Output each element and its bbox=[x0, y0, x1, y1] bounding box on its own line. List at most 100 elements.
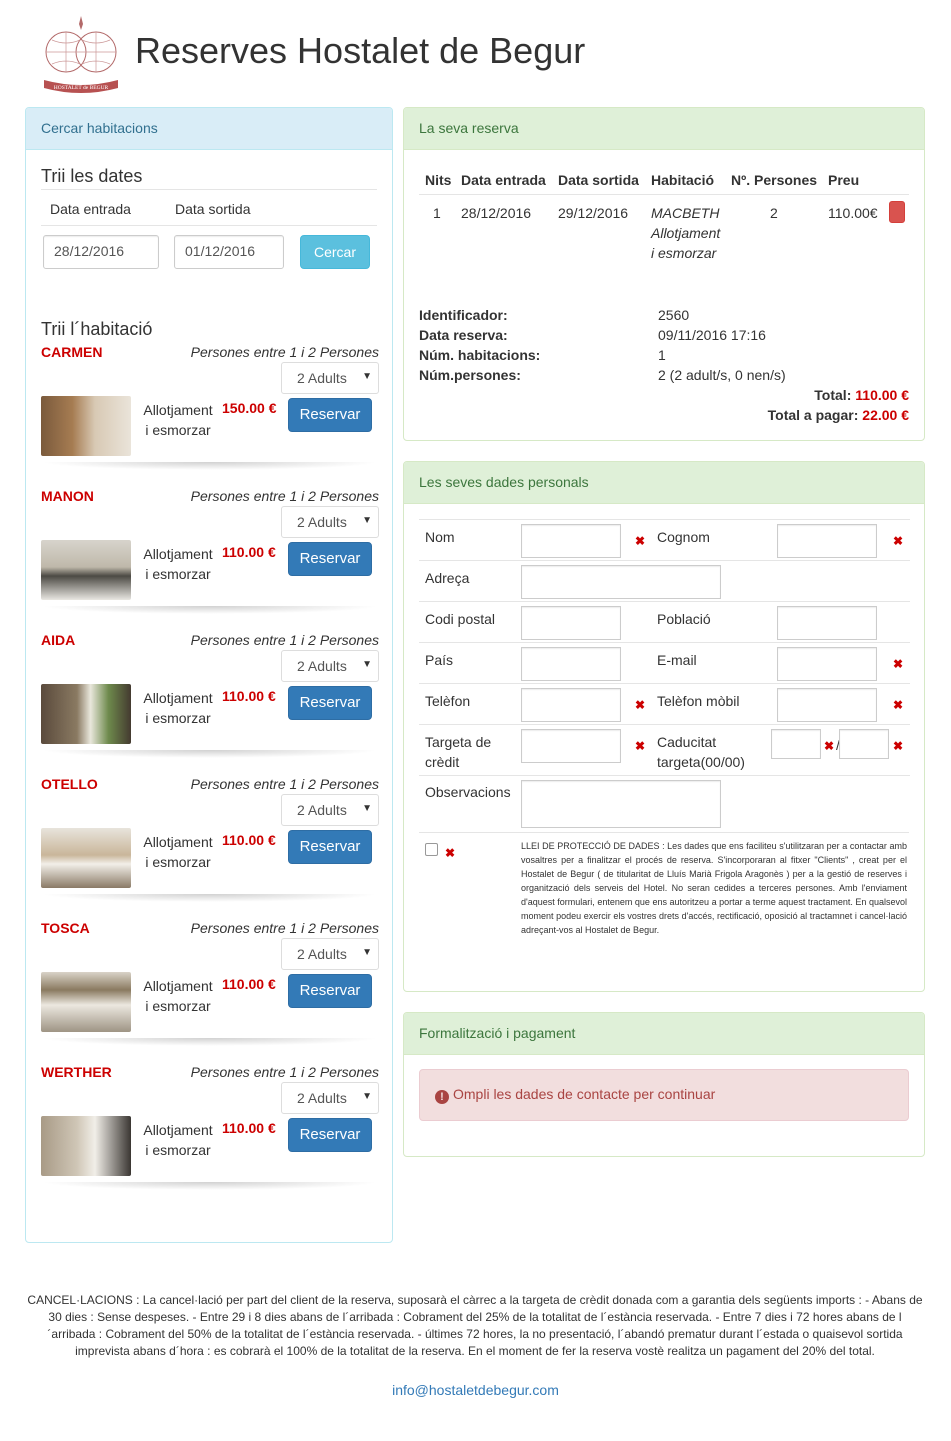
adults-select[interactable]: 2 Adults ▼ bbox=[281, 794, 379, 826]
adults-select[interactable]: 2 Adults ▼ bbox=[281, 938, 379, 970]
room-price: 150.00 € bbox=[222, 400, 277, 416]
form-row: Codi postal Població bbox=[419, 601, 910, 642]
room-shadow bbox=[41, 1182, 379, 1190]
expiry-label-line2: targeta(00/00) bbox=[657, 754, 745, 770]
nom-label: Nom bbox=[425, 529, 455, 545]
phone-field[interactable] bbox=[521, 688, 621, 722]
room-name: AIDA bbox=[41, 632, 76, 648]
room-photo bbox=[41, 1116, 131, 1176]
search-panel-title: Cercar habitacions bbox=[26, 108, 392, 150]
info-value-rooms: 1 bbox=[658, 347, 666, 363]
caret-down-icon: ▼ bbox=[362, 803, 372, 814]
nom-field[interactable] bbox=[521, 524, 621, 558]
cognom-field[interactable] bbox=[777, 524, 877, 558]
adults-value: 2 Adults bbox=[297, 802, 347, 818]
cell-persones: 2 bbox=[770, 205, 778, 221]
room-price: 110.00 € bbox=[222, 976, 276, 992]
room-board-line2: i esmorzar bbox=[145, 1142, 211, 1158]
room-board: Allotjament i esmorzar bbox=[139, 544, 217, 584]
postal-code-field[interactable] bbox=[521, 606, 621, 640]
room-capacity: Persones entre 1 i 2 Persones bbox=[190, 344, 379, 360]
checkin-input[interactable]: 28/12/2016 bbox=[43, 235, 159, 269]
adults-select[interactable]: 2 Adults ▼ bbox=[281, 506, 379, 538]
personal-data-panel: Les seves dades personals Nom ✖ Cognom ✖… bbox=[403, 461, 925, 992]
room-card: TOSCA Persones entre 1 i 2 Persones 2 Adul… bbox=[41, 920, 379, 1050]
adults-value: 2 Adults bbox=[297, 514, 347, 530]
adults-select[interactable]: 2 Adults ▼ bbox=[281, 362, 379, 394]
personal-panel-title: Les seves dades personals bbox=[404, 462, 924, 504]
reserve-button[interactable]: Reservar bbox=[288, 974, 372, 1008]
cell-room-board-2: i esmorzar bbox=[651, 245, 717, 261]
reserve-button[interactable]: Reservar bbox=[288, 830, 372, 864]
room-photo bbox=[41, 396, 131, 456]
room-shadow bbox=[41, 606, 379, 614]
city-field[interactable] bbox=[777, 606, 877, 640]
search-button[interactable]: Cercar bbox=[300, 235, 370, 269]
phone-label: Telèfon bbox=[425, 693, 471, 709]
adreca-field[interactable] bbox=[521, 565, 721, 599]
room-board-line2: i esmorzar bbox=[145, 710, 211, 726]
country-field[interactable] bbox=[521, 647, 621, 681]
reserve-button[interactable]: Reservar bbox=[288, 686, 372, 720]
required-icon: ✖ bbox=[635, 534, 646, 548]
room-price: 110.00 € bbox=[222, 544, 276, 560]
card-field[interactable] bbox=[521, 729, 621, 763]
required-icon: ✖ bbox=[445, 846, 456, 860]
checkin-label: Data entrada bbox=[50, 201, 131, 217]
notes-textarea[interactable] bbox=[521, 780, 721, 828]
cell-room-board: Allotjament bbox=[651, 225, 721, 241]
room-shadow bbox=[41, 750, 379, 758]
room-name: WERTHER bbox=[41, 1064, 112, 1080]
required-icon: ✖ bbox=[893, 534, 904, 548]
topay-line: Total a pagar: 22.00 € bbox=[768, 407, 909, 423]
total-label: Total: bbox=[814, 387, 852, 403]
caret-down-icon: ▼ bbox=[362, 515, 372, 526]
room-capacity: Persones entre 1 i 2 Persones bbox=[190, 920, 379, 936]
city-label: Població bbox=[657, 611, 711, 627]
delete-room-button[interactable] bbox=[889, 201, 905, 223]
cell-preu: 110.00€ bbox=[828, 205, 878, 221]
postal-code-label: Codi postal bbox=[425, 611, 496, 627]
info-label-rooms: Núm. habitacions: bbox=[419, 347, 541, 363]
room-shadow bbox=[41, 894, 379, 902]
room-board-line2: i esmorzar bbox=[145, 422, 211, 438]
privacy-text: LLEI DE PROTECCIÓ DE DADES : Les dades q… bbox=[521, 841, 907, 935]
contact-email-link[interactable]: info@hostaletdebegur.com bbox=[0, 1382, 951, 1398]
svg-text:HOSTALET de BEGUR: HOSTALET de BEGUR bbox=[54, 85, 109, 91]
dates-title: Trii les dates bbox=[41, 166, 143, 186]
expiry-year-field[interactable] bbox=[839, 729, 889, 759]
caret-down-icon: ▼ bbox=[362, 659, 372, 670]
reserve-button[interactable]: Reservar bbox=[288, 1118, 372, 1152]
col-header-persones: Nº. Persones bbox=[731, 172, 818, 188]
form-row: Observacions bbox=[419, 775, 910, 832]
divider bbox=[41, 225, 377, 226]
cell-room-name: MACBETH bbox=[651, 205, 720, 221]
room-card: WERTHER Persones entre 1 i 2 Persones 2 Ad… bbox=[41, 1064, 379, 1194]
info-value-id: 2560 bbox=[658, 307, 690, 323]
mobile-label: Telèfon mòbil bbox=[657, 693, 740, 709]
room-board: Allotjament i esmorzar bbox=[139, 1120, 217, 1160]
caret-down-icon: ▼ bbox=[362, 947, 372, 958]
total-line: Total: 110.00 € bbox=[814, 387, 909, 403]
room-board: Allotjament i esmorzar bbox=[139, 832, 217, 872]
room-card: MANON Persones entre 1 i 2 Persones 2 Adul… bbox=[41, 488, 379, 618]
checkout-input[interactable]: 01/12/2016 bbox=[174, 235, 284, 269]
room-photo bbox=[41, 540, 131, 600]
email-field[interactable] bbox=[777, 647, 877, 681]
adults-value: 2 Adults bbox=[297, 370, 347, 386]
card-label-line1: Targeta de bbox=[425, 734, 492, 750]
required-icon: ✖ bbox=[824, 739, 835, 753]
mobile-field[interactable] bbox=[777, 688, 877, 722]
room-capacity: Persones entre 1 i 2 Persones bbox=[190, 632, 379, 648]
room-photo bbox=[41, 828, 131, 888]
topay-value: 22.00 € bbox=[862, 407, 909, 423]
expiry-month-field[interactable] bbox=[771, 729, 821, 759]
reserve-button[interactable]: Reservar bbox=[288, 542, 372, 576]
adults-select[interactable]: 2 Adults ▼ bbox=[281, 1082, 379, 1114]
privacy-checkbox[interactable] bbox=[425, 843, 438, 856]
adults-select[interactable]: 2 Adults ▼ bbox=[281, 650, 379, 682]
col-header-sortida: Data sortida bbox=[558, 172, 639, 188]
reserve-button[interactable]: Reservar bbox=[288, 398, 372, 432]
divider bbox=[419, 832, 909, 833]
email-label: E-mail bbox=[657, 652, 697, 668]
